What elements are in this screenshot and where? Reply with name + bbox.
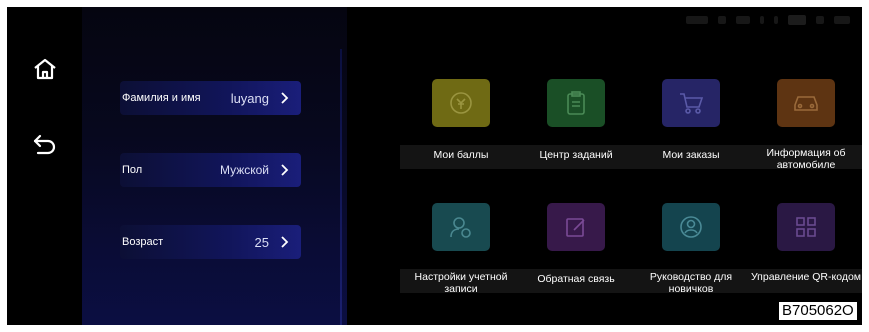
name-label: Фамилия и имя [122, 92, 201, 104]
tile-beginner-guide[interactable]: Руководство для новичков [630, 203, 752, 297]
chevron-right-icon [281, 164, 289, 176]
qr-code-icon [777, 203, 835, 251]
status-bar [686, 12, 850, 28]
name-field[interactable]: Фамилия и имя luyang [120, 81, 301, 115]
age-field[interactable]: Возраст 25 [120, 225, 301, 259]
chevron-right-icon [281, 236, 289, 248]
chevron-right-icon [281, 92, 289, 104]
tile-account-settings[interactable]: Настройки учетной записи [400, 203, 522, 297]
tile-task-center[interactable]: Центр заданий [515, 79, 637, 173]
car-icon [777, 79, 835, 127]
age-value: 25 [254, 234, 269, 250]
tile-my-points[interactable]: Мои баллы [400, 79, 522, 173]
tile-label: Обратная связь [515, 269, 637, 293]
back-arrow-icon[interactable] [29, 128, 61, 160]
tile-label: Руководство для новичков [630, 269, 752, 293]
tile-label: Настройки учетной записи [400, 269, 522, 293]
tile-label: Информация об автомобиле [745, 145, 862, 169]
tile-label: Мои заказы [630, 145, 752, 169]
home-icon[interactable] [29, 53, 61, 85]
age-label: Возраст [122, 236, 164, 248]
image-code-label: B705062O [778, 301, 858, 321]
gender-field[interactable]: Пол Мужской [120, 153, 301, 187]
tile-label: Центр заданий [515, 145, 637, 169]
edit-feedback-icon [547, 203, 605, 251]
guide-user-icon [662, 203, 720, 251]
clipboard-icon [547, 79, 605, 127]
name-value: luyang [230, 90, 269, 106]
app-screen: Фамилия и имя luyang Пол Мужской Возраст… [7, 7, 862, 325]
account-settings-icon [432, 203, 490, 251]
tile-my-orders[interactable]: Мои заказы [630, 79, 752, 173]
gender-value: Мужской [219, 163, 269, 177]
tile-label: Мои баллы [400, 145, 522, 169]
tile-qr-management[interactable]: Управление QR-кодом [745, 203, 862, 297]
gender-label: Пол [122, 164, 143, 176]
panel-divider [340, 49, 342, 325]
tile-feedback[interactable]: Обратная связь [515, 203, 637, 297]
tile-label: Управление QR-кодом [745, 269, 862, 293]
tile-car-info[interactable]: Информация об автомобиле [745, 79, 862, 173]
cart-icon [662, 79, 720, 127]
points-coin-icon [432, 79, 490, 127]
